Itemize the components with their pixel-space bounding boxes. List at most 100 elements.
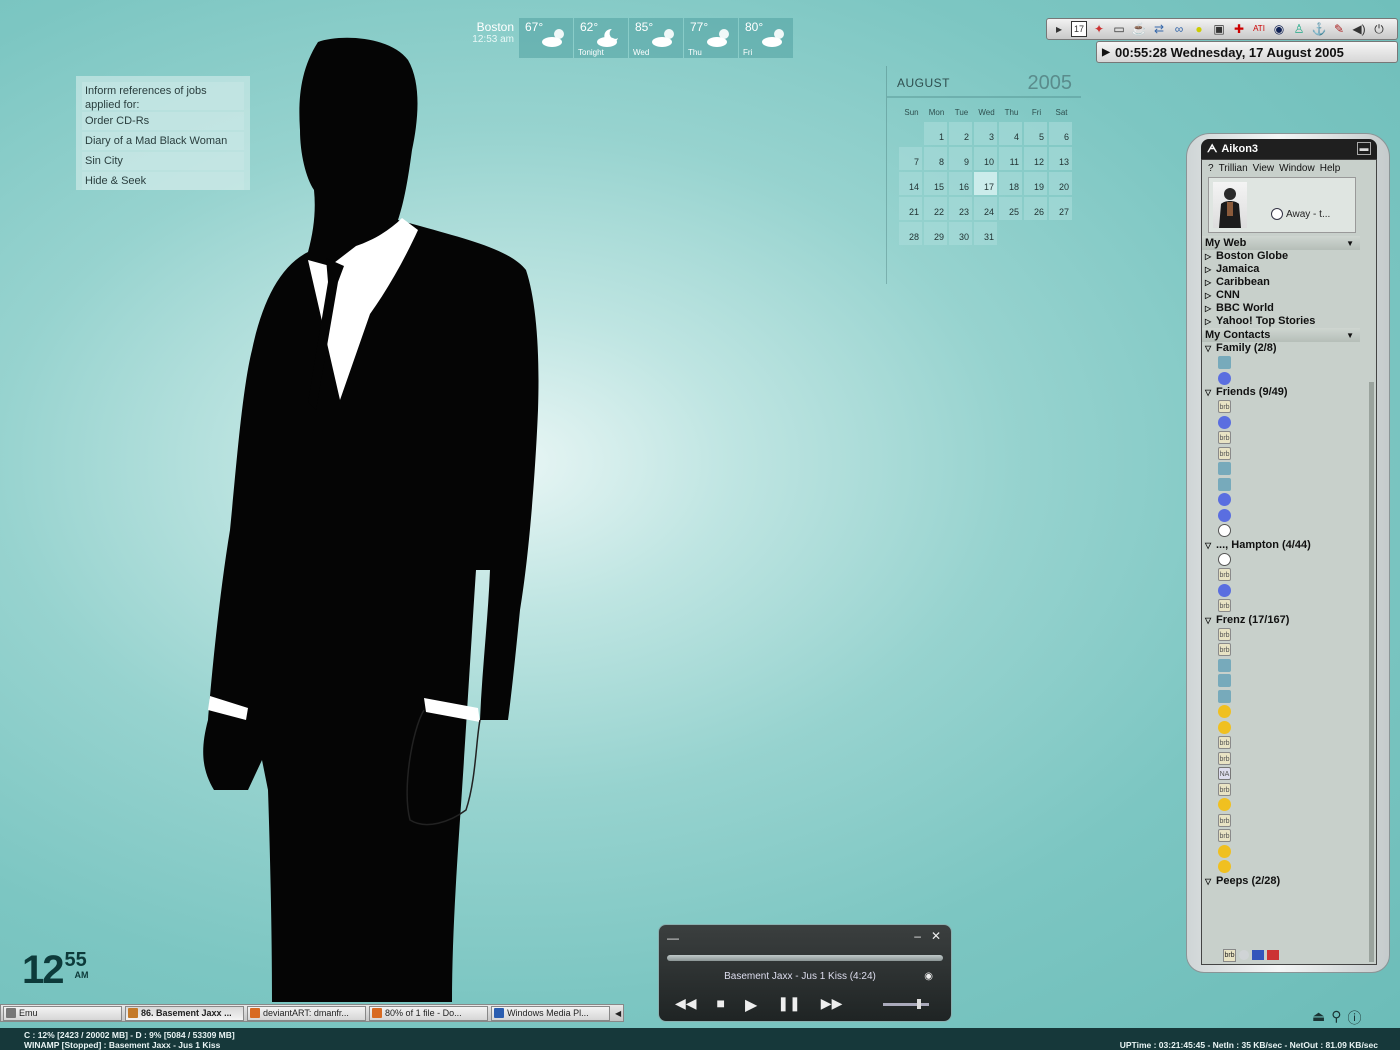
todo-item[interactable]: Sin City (82, 152, 244, 170)
calendar-day[interactable]: 23 (949, 197, 972, 220)
todo-item[interactable]: Hide & Seek (82, 172, 244, 190)
calendar-day[interactable]: 25 (999, 197, 1022, 220)
contact-row[interactable] (1202, 492, 1360, 508)
calendar-day[interactable]: 30 (949, 222, 972, 245)
contact-row[interactable]: brb (1202, 735, 1360, 751)
calendar-day[interactable]: 18 (999, 172, 1022, 195)
flash-icon[interactable]: ✦ (1091, 21, 1107, 37)
contact-row[interactable]: brb (1202, 399, 1360, 415)
contact-row[interactable] (1202, 523, 1360, 539)
contact-row[interactable] (1202, 477, 1360, 493)
calendar-day[interactable]: 12 (1024, 147, 1047, 170)
rewind-icon[interactable]: ◀◀ (675, 995, 697, 1015)
stop-icon[interactable]: ■ (717, 995, 725, 1015)
trillian-titlebar[interactable]: ᗅ Aikon3 ▬ (1201, 139, 1377, 159)
contact-group[interactable]: Peeps (2/28) (1202, 875, 1360, 888)
contact-row[interactable] (1202, 658, 1360, 674)
web-feed-item[interactable]: Jamaica (1202, 263, 1360, 276)
contact-row[interactable] (1202, 552, 1360, 568)
calendar-day[interactable]: 26 (1024, 197, 1047, 220)
contact-row[interactable]: brb (1202, 782, 1360, 798)
volume-slider[interactable] (883, 1003, 929, 1006)
calendar-day[interactable]: 14 (899, 172, 922, 195)
contact-row[interactable]: brb (1202, 642, 1360, 658)
contact-row[interactable] (1202, 415, 1360, 431)
group-header-my-contacts[interactable]: My Contacts ▼ (1202, 328, 1360, 342)
calendar-day[interactable]: 9 (949, 147, 972, 170)
java-icon[interactable]: ☕ (1131, 21, 1147, 37)
contact-group[interactable]: Frenz (17/167) (1202, 614, 1360, 627)
calendar-day[interactable]: 5 (1024, 122, 1047, 145)
calendar-day[interactable]: 21 (899, 197, 922, 220)
scrollbar[interactable] (1369, 382, 1374, 962)
calendar-day[interactable]: 8 (924, 147, 947, 170)
calendar-day[interactable]: 19 (1024, 172, 1047, 195)
calendar-day[interactable]: 10 (974, 147, 997, 170)
menu-view[interactable]: View (1253, 163, 1275, 174)
pause-icon[interactable]: ❚❚ (777, 995, 800, 1015)
brb-status-icon[interactable]: brb (1223, 948, 1236, 962)
acrobat-icon[interactable]: ✚ (1231, 21, 1247, 37)
calendar-day[interactable]: 1 (924, 122, 947, 145)
minimize-button[interactable]: ▬ (1357, 142, 1371, 155)
volume-knob[interactable] (917, 999, 921, 1009)
calendar-day[interactable]: 15 (924, 172, 947, 195)
contact-group[interactable]: Friends (9/49) (1202, 386, 1360, 399)
mail-icon[interactable] (1252, 950, 1264, 960)
contact-row[interactable]: brb (1202, 598, 1360, 614)
chat-icon[interactable]: ✎ (1331, 21, 1347, 37)
close-icon[interactable]: ✕ (931, 929, 941, 943)
calendar-day[interactable]: 16 (949, 172, 972, 195)
calendar-day[interactable]: 31 (974, 222, 997, 245)
contact-row[interactable] (1202, 673, 1360, 689)
seek-bar[interactable] (667, 955, 943, 961)
calendar-day[interactable]: 4 (999, 122, 1022, 145)
contact-row[interactable] (1202, 797, 1360, 813)
calendar-day[interactable]: 22 (924, 197, 947, 220)
calendar-day[interactable]: 11 (999, 147, 1022, 170)
todo-item[interactable]: Inform references of jobs applied for: (82, 82, 244, 111)
calendar-day[interactable]: 7 (899, 147, 922, 170)
web-feed-item[interactable]: CNN (1202, 289, 1360, 302)
contact-row[interactable] (1202, 508, 1360, 524)
menu-help[interactable]: Help (1320, 163, 1341, 174)
todo-item[interactable]: Diary of a Mad Black Woman (82, 132, 244, 150)
quicktime-icon[interactable]: ◉ (1271, 21, 1287, 37)
contact-row[interactable]: brb (1202, 627, 1360, 643)
contact-group[interactable]: ..., Hampton (4/44) (1202, 539, 1360, 552)
calendar-day[interactable]: 27 (1049, 197, 1072, 220)
network-icon[interactable]: ⇄ (1151, 21, 1167, 37)
link-icon[interactable]: ∞ (1171, 21, 1187, 37)
volume-icon[interactable]: ◀) (1351, 21, 1367, 37)
tray-expand-icon[interactable]: ▸ (1051, 21, 1067, 37)
group-header-my-web[interactable]: My Web ▼ (1202, 236, 1360, 250)
envelope-icon[interactable] (1267, 950, 1279, 960)
monitor-icon[interactable]: ▭ (1111, 21, 1127, 37)
web-feed-item[interactable]: Boston Globe (1202, 250, 1360, 263)
online-status-icon[interactable] (1239, 950, 1249, 960)
menu-window[interactable]: Window (1279, 163, 1315, 174)
contact-row[interactable] (1202, 704, 1360, 720)
contact-row[interactable] (1202, 689, 1360, 705)
contact-row[interactable] (1202, 583, 1360, 599)
contact-row[interactable]: brb (1202, 567, 1360, 583)
chevron-right-icon[interactable]: ▶ (1097, 47, 1115, 58)
contact-row[interactable] (1202, 844, 1360, 860)
avatar[interactable] (1213, 182, 1247, 228)
calendar-day[interactable]: 20 (1049, 172, 1072, 195)
calendar-icon[interactable]: 17 (1071, 21, 1087, 37)
calendar-day[interactable]: 28 (899, 222, 922, 245)
contact-row[interactable] (1202, 355, 1360, 371)
play-icon[interactable]: ▶ (745, 995, 757, 1015)
contact-row[interactable]: brb (1202, 430, 1360, 446)
contact-row[interactable] (1202, 859, 1360, 875)
taskbar-button[interactable]: Windows Media Pl... (491, 1005, 611, 1021)
calendar-day[interactable]: 29 (924, 222, 947, 245)
contact-row[interactable]: NA (1202, 766, 1360, 782)
calendar-day[interactable]: 13 (1049, 147, 1072, 170)
calendar-day[interactable]: 2 (949, 122, 972, 145)
calendar-day[interactable]: 17 (974, 172, 997, 195)
taskbar-button[interactable]: Emu (3, 1005, 123, 1021)
taskbar-button[interactable]: 80% of 1 file - Do... (369, 1005, 489, 1021)
settings-icon[interactable]: ◉ (924, 971, 933, 982)
